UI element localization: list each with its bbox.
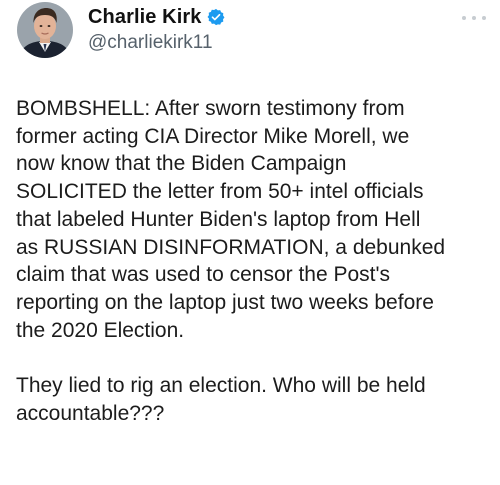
tweet-text: BOMBSHELL: After sworn testimony from fo…: [16, 95, 490, 427]
author-name-row: Charlie Kirk: [88, 5, 225, 29]
author-handle[interactable]: @charliekirk11: [88, 32, 213, 54]
verified-badge-icon: [207, 8, 225, 26]
tweet-line: the 2020 Election.: [16, 318, 185, 342]
tweet-paragraph: They lied to rig an election. Who will b…: [16, 372, 490, 427]
tweet-line: accountable???: [16, 401, 165, 425]
tweet-line: BOMBSHELL: After sworn testimony from: [16, 97, 405, 120]
tweet-line: claim that was used to censor the Post's: [16, 263, 391, 287]
tweet-line: former acting CIA Director Mike Morell, …: [16, 124, 410, 148]
tweet-line: SOLICITED the letter from 50+ intel offi…: [16, 180, 424, 204]
more-options-icon-dot: [472, 16, 476, 20]
more-options-icon-dot: [482, 16, 486, 20]
more-options-button[interactable]: [462, 12, 486, 24]
profile-photo: [17, 2, 73, 58]
tweet-line: reporting on the laptop just two weeks b…: [16, 290, 434, 314]
tweet-card: Charlie Kirk @charliekirk11 BOMBSHELL: A…: [0, 0, 500, 485]
avatar[interactable]: [17, 2, 73, 58]
tweet-line: that labeled Hunter Biden's laptop from …: [16, 207, 421, 231]
author-display-name[interactable]: Charlie Kirk: [88, 6, 201, 29]
more-options-icon-dot: [462, 16, 466, 20]
tweet-paragraph: BOMBSHELL: After sworn testimony from fo…: [16, 95, 490, 344]
tweet-line: They lied to rig an election. Who will b…: [16, 374, 426, 398]
tweet-line: as RUSSIAN DISINFORMATION, a debunked: [16, 235, 446, 259]
tweet-line: now know that the Biden Campaign: [16, 152, 347, 176]
